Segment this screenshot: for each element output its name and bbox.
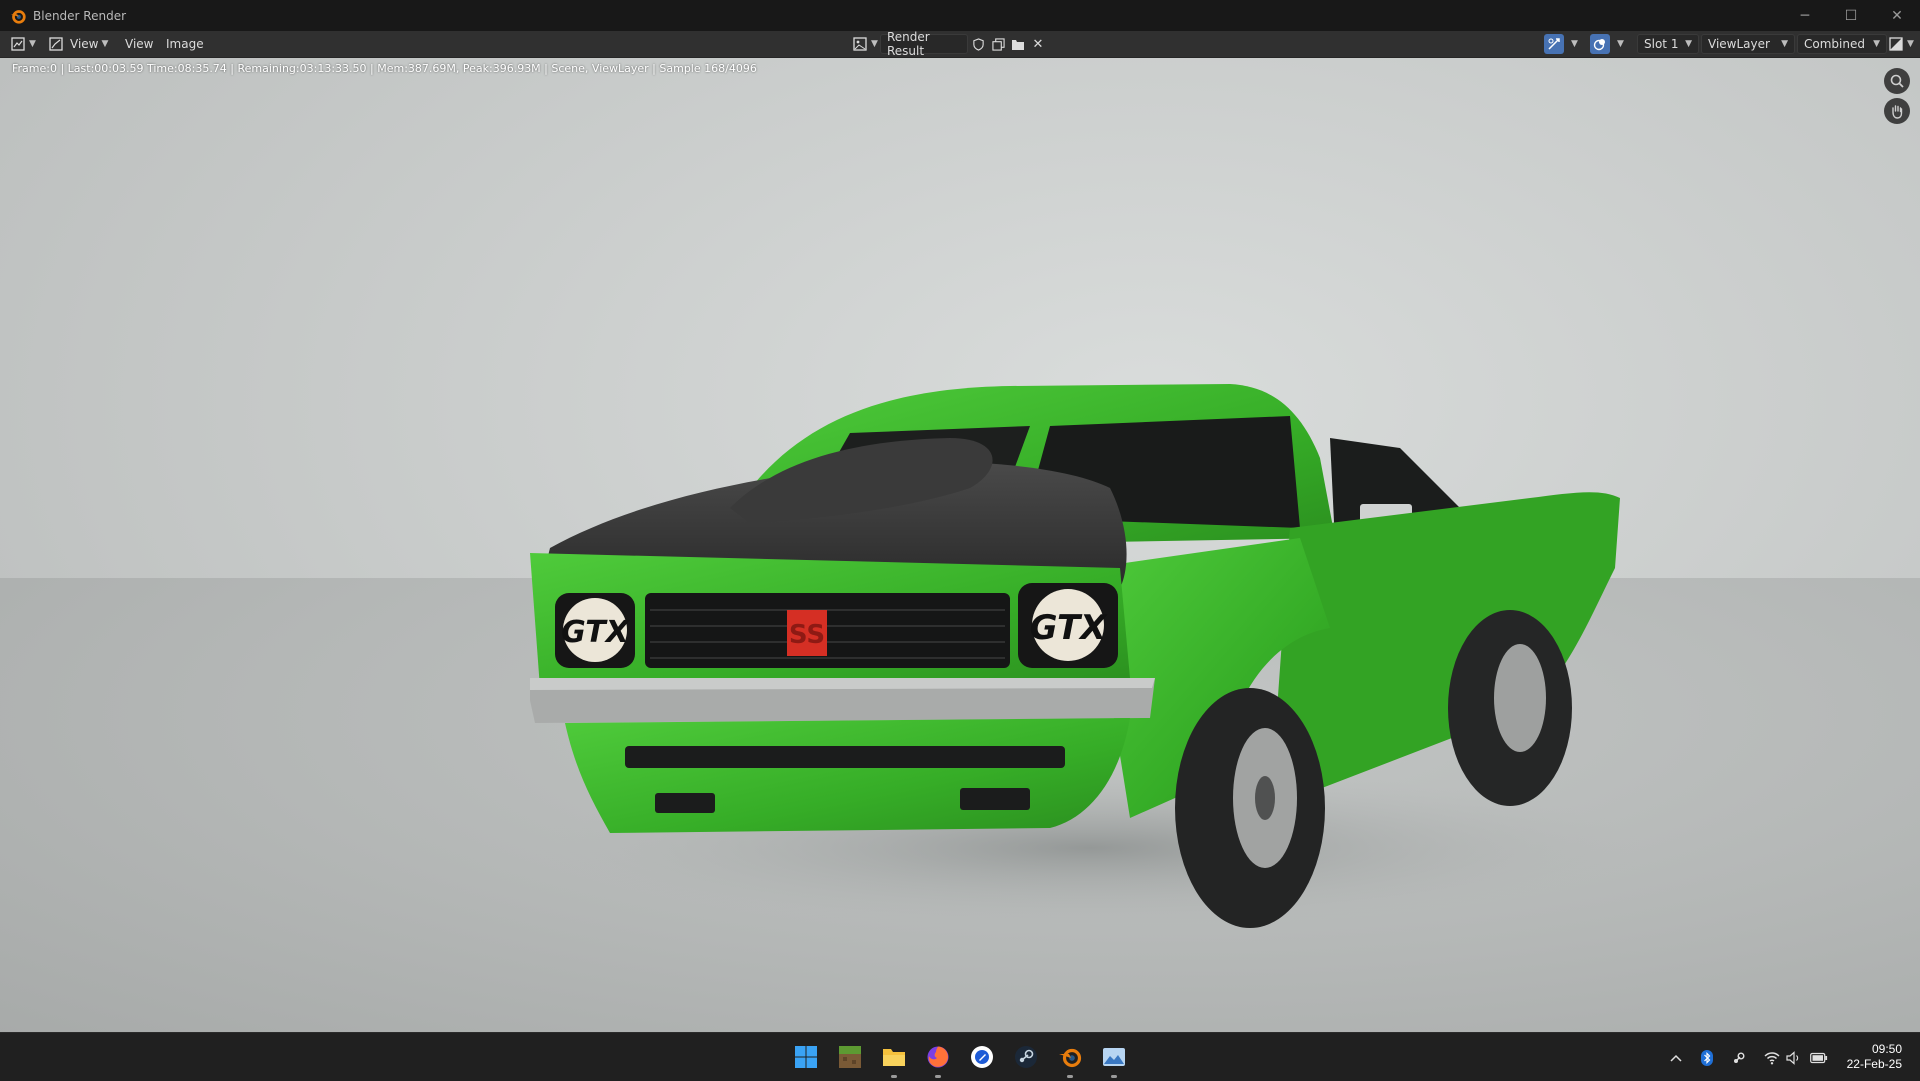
chevron-down-icon: ▼ xyxy=(1685,39,1692,49)
headlight-left-text: GTX xyxy=(561,615,631,650)
clock-date: 22-Feb-25 xyxy=(1846,1057,1902,1071)
fake-user-button[interactable] xyxy=(970,34,986,54)
taskbar-app-steam[interactable] xyxy=(1011,1042,1041,1072)
display-channels-button[interactable]: ▼ xyxy=(1888,34,1914,54)
firefox-icon xyxy=(927,1046,949,1068)
chevron-down-icon: ▼ xyxy=(871,39,878,49)
taskbar-app-blender[interactable] xyxy=(1055,1042,1085,1078)
overlay-icon xyxy=(1592,36,1608,52)
menu-image-label: Image xyxy=(166,37,204,51)
slot-dropdown[interactable]: Slot 1 ▼ xyxy=(1637,34,1699,54)
chevron-down-icon[interactable]: ▼ xyxy=(1614,34,1624,54)
gizmo-tool-icon xyxy=(1546,36,1562,52)
pen-app-icon xyxy=(971,1046,993,1068)
overlay-toggle-button[interactable] xyxy=(1590,34,1610,54)
render-pass-label: Combined xyxy=(1804,37,1865,51)
window-title: Blender Render xyxy=(33,8,127,23)
running-indicator xyxy=(1111,1075,1117,1078)
unlink-image-button[interactable]: ✕ xyxy=(1030,34,1046,54)
windows-taskbar: 09:50 22-Feb-25 xyxy=(0,1032,1920,1081)
menu-view-label: View xyxy=(125,37,154,51)
running-indicator xyxy=(1067,1075,1073,1078)
start-button[interactable] xyxy=(791,1042,821,1072)
magnifier-icon xyxy=(1890,74,1904,88)
duplicate-image-button[interactable] xyxy=(990,34,1006,54)
view-layer-label: ViewLayer xyxy=(1708,37,1770,51)
rendered-car: SS GTX GTX xyxy=(530,384,1640,928)
running-indicator xyxy=(935,1075,941,1078)
chevron-down-icon: ▼ xyxy=(1907,39,1914,49)
view-mode-icon xyxy=(48,36,64,52)
mode-view-label: View xyxy=(70,37,99,51)
render-pass-dropdown[interactable]: Combined ▼ xyxy=(1797,34,1887,54)
render-status-text: Frame:0 | Last:00:03.59 Time:08:35.74 | … xyxy=(12,62,757,75)
close-x-icon: ✕ xyxy=(1032,36,1044,52)
editor-type-button[interactable]: ▼ xyxy=(10,34,36,54)
photo-viewer-icon xyxy=(1103,1048,1125,1066)
chevron-down-icon: ▼ xyxy=(1781,39,1788,49)
mode-view-dropdown[interactable]: View ▼ xyxy=(48,34,108,54)
view-layer-dropdown[interactable]: ViewLayer ▼ xyxy=(1701,34,1795,54)
chevron-down-icon[interactable]: ▼ xyxy=(1568,34,1578,54)
chevron-down-icon: ▼ xyxy=(1873,39,1880,49)
folder-icon xyxy=(1010,36,1026,52)
menu-view[interactable]: View xyxy=(125,34,153,54)
close-button[interactable]: ✕ xyxy=(1874,0,1920,31)
open-image-button[interactable] xyxy=(1010,34,1026,54)
maximize-button[interactable]: ☐ xyxy=(1828,0,1874,31)
menu-image[interactable]: Image xyxy=(166,34,204,54)
grille-badge-text: SS xyxy=(789,620,825,650)
window-titlebar: Blender Render ─ ☐ ✕ xyxy=(0,0,1920,31)
headlight-right-text: GTX xyxy=(1030,608,1109,648)
taskbar-app-photos[interactable] xyxy=(1099,1042,1129,1078)
slot-label: Slot 1 xyxy=(1644,37,1679,51)
chevron-down-icon: ▼ xyxy=(101,39,109,49)
image-editor-header: ▼ View ▼ View Image ▼ Render Result ✕ ▼ … xyxy=(0,30,1920,58)
volume-icon[interactable] xyxy=(1785,1049,1803,1067)
blender-logo-icon xyxy=(1059,1048,1082,1068)
minimize-button[interactable]: ─ xyxy=(1782,0,1828,31)
folder-icon xyxy=(883,1049,905,1066)
image-browse-icon xyxy=(852,36,868,52)
system-clock[interactable]: 09:50 22-Feb-25 xyxy=(1847,1042,1902,1072)
blender-logo-icon xyxy=(10,9,26,24)
tray-overflow-chevron-up-icon[interactable] xyxy=(1667,1049,1685,1067)
image-editor-icon xyxy=(10,36,26,52)
render-viewport[interactable]: Frame:0 | Last:00:03.59 Time:08:35.74 | … xyxy=(0,58,1920,1032)
steam-tray-icon[interactable] xyxy=(1730,1049,1748,1067)
pan-button[interactable] xyxy=(1884,98,1910,124)
image-name-field[interactable]: Render Result xyxy=(880,30,968,58)
shield-icon xyxy=(970,36,986,52)
minecraft-grass-block-icon xyxy=(839,1046,861,1068)
display-channels-icon xyxy=(1888,36,1904,52)
image-name-label: Render Result xyxy=(887,30,930,58)
wifi-icon[interactable] xyxy=(1763,1049,1781,1067)
zoom-button[interactable] xyxy=(1884,68,1910,94)
sample-tool-button[interactable] xyxy=(1544,34,1564,54)
browse-image-button[interactable]: ▼ xyxy=(852,34,878,54)
taskbar-app-minecraft[interactable] xyxy=(835,1042,865,1072)
taskbar-app-pen[interactable] xyxy=(967,1042,997,1072)
clock-time: 09:50 xyxy=(1871,1042,1902,1056)
running-indicator xyxy=(891,1075,897,1078)
bluetooth-icon[interactable] xyxy=(1698,1049,1716,1067)
taskbar-app-firefox[interactable] xyxy=(923,1042,953,1078)
steam-icon xyxy=(1015,1046,1037,1068)
taskbar-app-file-explorer[interactable] xyxy=(879,1042,909,1078)
battery-icon[interactable] xyxy=(1810,1049,1828,1067)
hand-icon xyxy=(1892,105,1903,119)
chevron-down-icon: ▼ xyxy=(29,39,36,49)
duplicate-icon xyxy=(990,36,1006,52)
windows-logo-icon xyxy=(795,1046,817,1068)
